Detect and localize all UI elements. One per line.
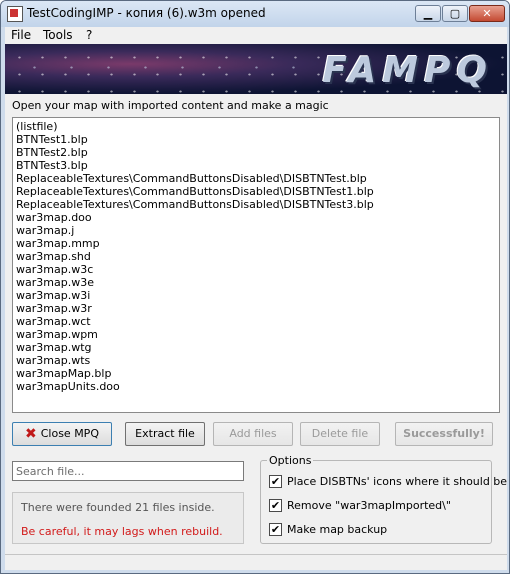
file-list-item[interactable]: war3map.mmp — [16, 237, 499, 250]
file-list-item[interactable]: war3map.w3r — [16, 302, 499, 315]
info-panel: There were founded 21 files inside. Be c… — [12, 492, 244, 544]
file-list-item[interactable]: war3map.w3e — [16, 276, 499, 289]
file-list-item[interactable]: BTNTest3.blp — [16, 159, 499, 172]
successfully-button[interactable]: Successfully! — [395, 422, 493, 446]
options-group: Options ✔ Place DISBTNs' icons where it … — [260, 454, 507, 544]
instruction-text: Open your map with imported content and … — [12, 99, 329, 112]
file-list-item[interactable]: war3map.wct — [16, 315, 499, 328]
file-list-item[interactable]: ReplaceableTextures\CommandButtonsDisabl… — [16, 185, 499, 198]
file-list-item[interactable]: ReplaceableTextures\CommandButtonsDisabl… — [16, 198, 499, 211]
file-list-item[interactable]: war3map.w3c — [16, 263, 499, 276]
file-count-text: There were founded 21 files inside. — [21, 501, 215, 514]
file-list[interactable]: (listfile) BTNTest1.blp BTNTest2.blp BTNTes… — [12, 117, 500, 413]
close-icon: ✖ — [25, 426, 37, 442]
file-list-item[interactable]: war3map.wts — [16, 354, 499, 367]
file-list-item[interactable]: war3map.shd — [16, 250, 499, 263]
search-input[interactable] — [12, 461, 244, 481]
minimize-button[interactable]: ▁ — [415, 5, 441, 22]
menu-file[interactable]: File — [11, 28, 31, 42]
menu-bar: File Tools ? — [5, 27, 507, 44]
add-files-button[interactable]: Add files — [213, 422, 293, 446]
option-remove-imported-label: Remove "war3mapImported\" — [287, 499, 451, 512]
file-list-item[interactable]: war3mapMap.blp — [16, 367, 499, 380]
file-list-item[interactable]: war3map.j — [16, 224, 499, 237]
file-list-item[interactable]: war3map.w3i — [16, 289, 499, 302]
client-area: FAMPQ Open your map with imported conten… — [5, 44, 507, 570]
rebuild-warning-text: Be careful, it may lags when rebuild. — [21, 525, 223, 538]
close-mpq-label: Close MPQ — [40, 427, 99, 440]
checkbox-place-disbtn[interactable]: ✔ — [269, 475, 282, 488]
banner-image: FAMPQ — [5, 44, 507, 94]
checkbox-map-backup[interactable]: ✔ — [269, 523, 282, 536]
window-title: TestCodingIMP - копия (6).w3m opened — [27, 6, 266, 20]
delete-file-button[interactable]: Delete file — [300, 422, 380, 446]
file-list-item[interactable]: war3map.wtg — [16, 341, 499, 354]
status-bar — [5, 554, 507, 570]
file-list-item[interactable]: war3mapUnits.doo — [16, 380, 499, 393]
main-window: TestCodingIMP - копия (6).w3m opened ▁ ▢… — [0, 0, 510, 574]
file-list-item[interactable]: ReplaceableTextures\CommandButtonsDisabl… — [16, 172, 499, 185]
maximize-button[interactable]: ▢ — [442, 5, 468, 22]
checkbox-remove-imported[interactable]: ✔ — [269, 499, 282, 512]
menu-tools[interactable]: Tools — [43, 28, 73, 42]
extract-file-button[interactable]: Extract file — [125, 422, 205, 446]
file-list-item[interactable]: BTNTest2.blp — [16, 146, 499, 159]
file-list-item[interactable]: (listfile) — [16, 120, 499, 133]
file-list-item[interactable]: war3map.wpm — [16, 328, 499, 341]
app-logo: FAMPQ — [322, 50, 493, 91]
options-legend: Options — [267, 454, 314, 467]
close-window-button[interactable]: ✕ — [469, 5, 505, 22]
option-map-backup-label: Make map backup — [287, 523, 388, 536]
close-mpq-button[interactable]: ✖ Close MPQ — [12, 422, 112, 446]
app-icon — [7, 6, 23, 22]
file-list-items: (listfile) BTNTest1.blp BTNTest2.blp BTNTes… — [13, 118, 499, 393]
title-bar[interactable]: TestCodingIMP - копия (6).w3m opened ▁ ▢… — [1, 1, 509, 27]
file-list-item[interactable]: BTNTest1.blp — [16, 133, 499, 146]
file-list-item[interactable]: war3map.doo — [16, 211, 499, 224]
menu-help[interactable]: ? — [86, 28, 92, 42]
option-place-disbtn-label: Place DISBTNs' icons where it should be — [287, 475, 508, 488]
